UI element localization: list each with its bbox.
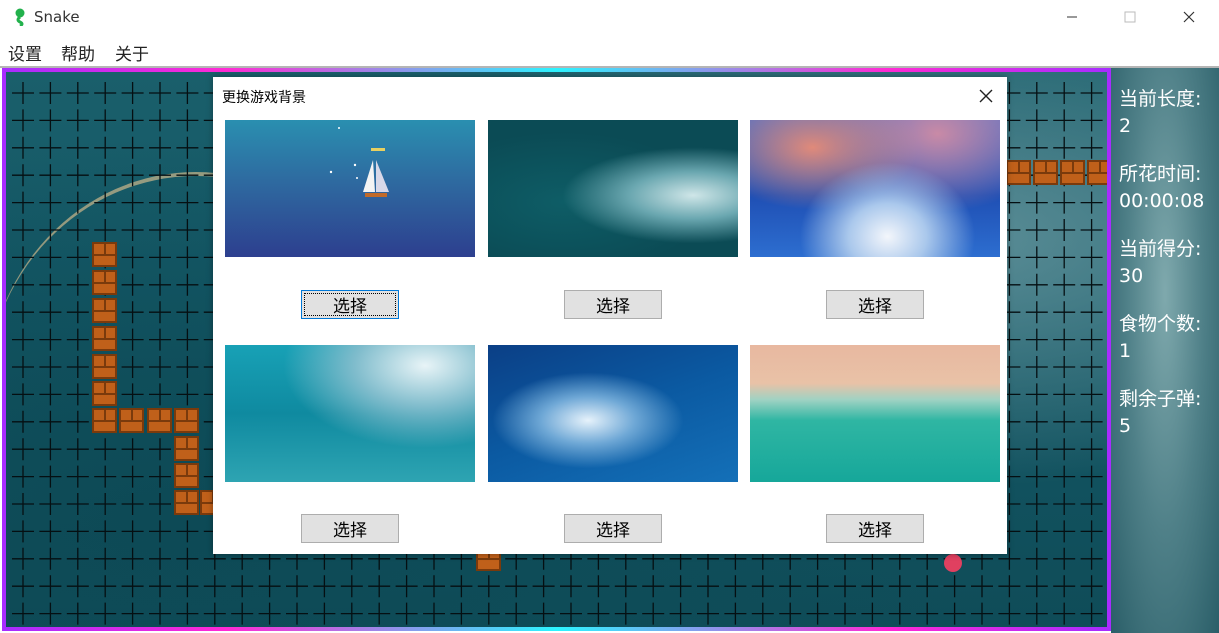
food-count-label: 食物个数:: [1119, 313, 1202, 335]
background-thumbnail-5: [488, 345, 738, 482]
snake-segment: [92, 270, 117, 295]
minimize-button[interactable]: [1043, 0, 1101, 34]
change-background-dialog: 更换游戏背景 选择 选择 选择 选择 选择 选择: [213, 77, 1007, 554]
snake-segment: [174, 436, 199, 461]
time-label: 所花时间:: [1119, 163, 1202, 185]
select-background-4-button[interactable]: 选择: [301, 514, 399, 543]
menu-help[interactable]: 帮助: [61, 40, 95, 65]
snake-segment: [92, 354, 117, 379]
background-thumbnail-2: [488, 120, 738, 257]
background-thumbnail-3: [750, 120, 1000, 257]
bullets-label: 剩余子弹:: [1119, 388, 1202, 410]
menu-about[interactable]: 关于: [115, 40, 149, 65]
snake-segment: [147, 408, 172, 433]
menu-bar: 设置 帮助 关于: [0, 36, 1219, 68]
close-icon: [979, 89, 993, 103]
snake-segment: [174, 408, 199, 433]
dialog-close-button[interactable]: [975, 85, 997, 107]
snake-segment: [174, 490, 199, 515]
title-bar: Snake: [0, 0, 1219, 34]
background-thumbnail-4: [225, 345, 475, 482]
close-button[interactable]: [1160, 0, 1218, 34]
minimize-icon: [1067, 16, 1077, 18]
snake-segment: [92, 408, 117, 433]
length-label: 当前长度:: [1119, 88, 1202, 110]
time-value: 00:00:08: [1119, 190, 1205, 212]
length-value: 2: [1119, 115, 1132, 137]
select-background-6-button[interactable]: 选择: [826, 514, 924, 543]
wall-brick: [1006, 160, 1031, 185]
snake-segment: [92, 381, 117, 406]
menu-settings[interactable]: 设置: [8, 40, 42, 65]
wall-brick: [1060, 160, 1085, 185]
wall-brick: [1087, 160, 1107, 185]
dialog-title: 更换游戏背景: [222, 90, 306, 106]
snake-segment: [92, 242, 117, 267]
score-label: 当前得分:: [1119, 238, 1202, 260]
snake-segment: [92, 326, 117, 351]
close-icon: [1183, 11, 1195, 23]
select-background-5-button[interactable]: 选择: [564, 514, 662, 543]
food-item: [944, 554, 962, 572]
wall-brick: [1033, 160, 1058, 185]
select-background-3-button[interactable]: 选择: [826, 290, 924, 319]
background-thumbnail-1: [225, 120, 475, 257]
food-count-value: 1: [1119, 340, 1132, 362]
window-title: Snake: [34, 8, 80, 26]
score-value: 30: [1119, 265, 1144, 287]
stats-panel: 当前长度: 2 所花时间: 00:00:08 当前得分: 30 食物个数: 1 …: [1111, 68, 1219, 633]
snake-app-icon: [15, 8, 25, 26]
select-background-1-button[interactable]: 选择: [301, 290, 399, 319]
maximize-icon: [1124, 11, 1136, 23]
background-thumbnail-6: [750, 345, 1000, 482]
snake-segment: [119, 408, 144, 433]
select-background-2-button[interactable]: 选择: [564, 290, 662, 319]
snake-segment: [174, 463, 199, 488]
snake-segment: [92, 298, 117, 323]
sailboat-icon: [329, 127, 389, 197]
maximize-button[interactable]: [1101, 0, 1159, 34]
bullets-value: 5: [1119, 415, 1132, 437]
